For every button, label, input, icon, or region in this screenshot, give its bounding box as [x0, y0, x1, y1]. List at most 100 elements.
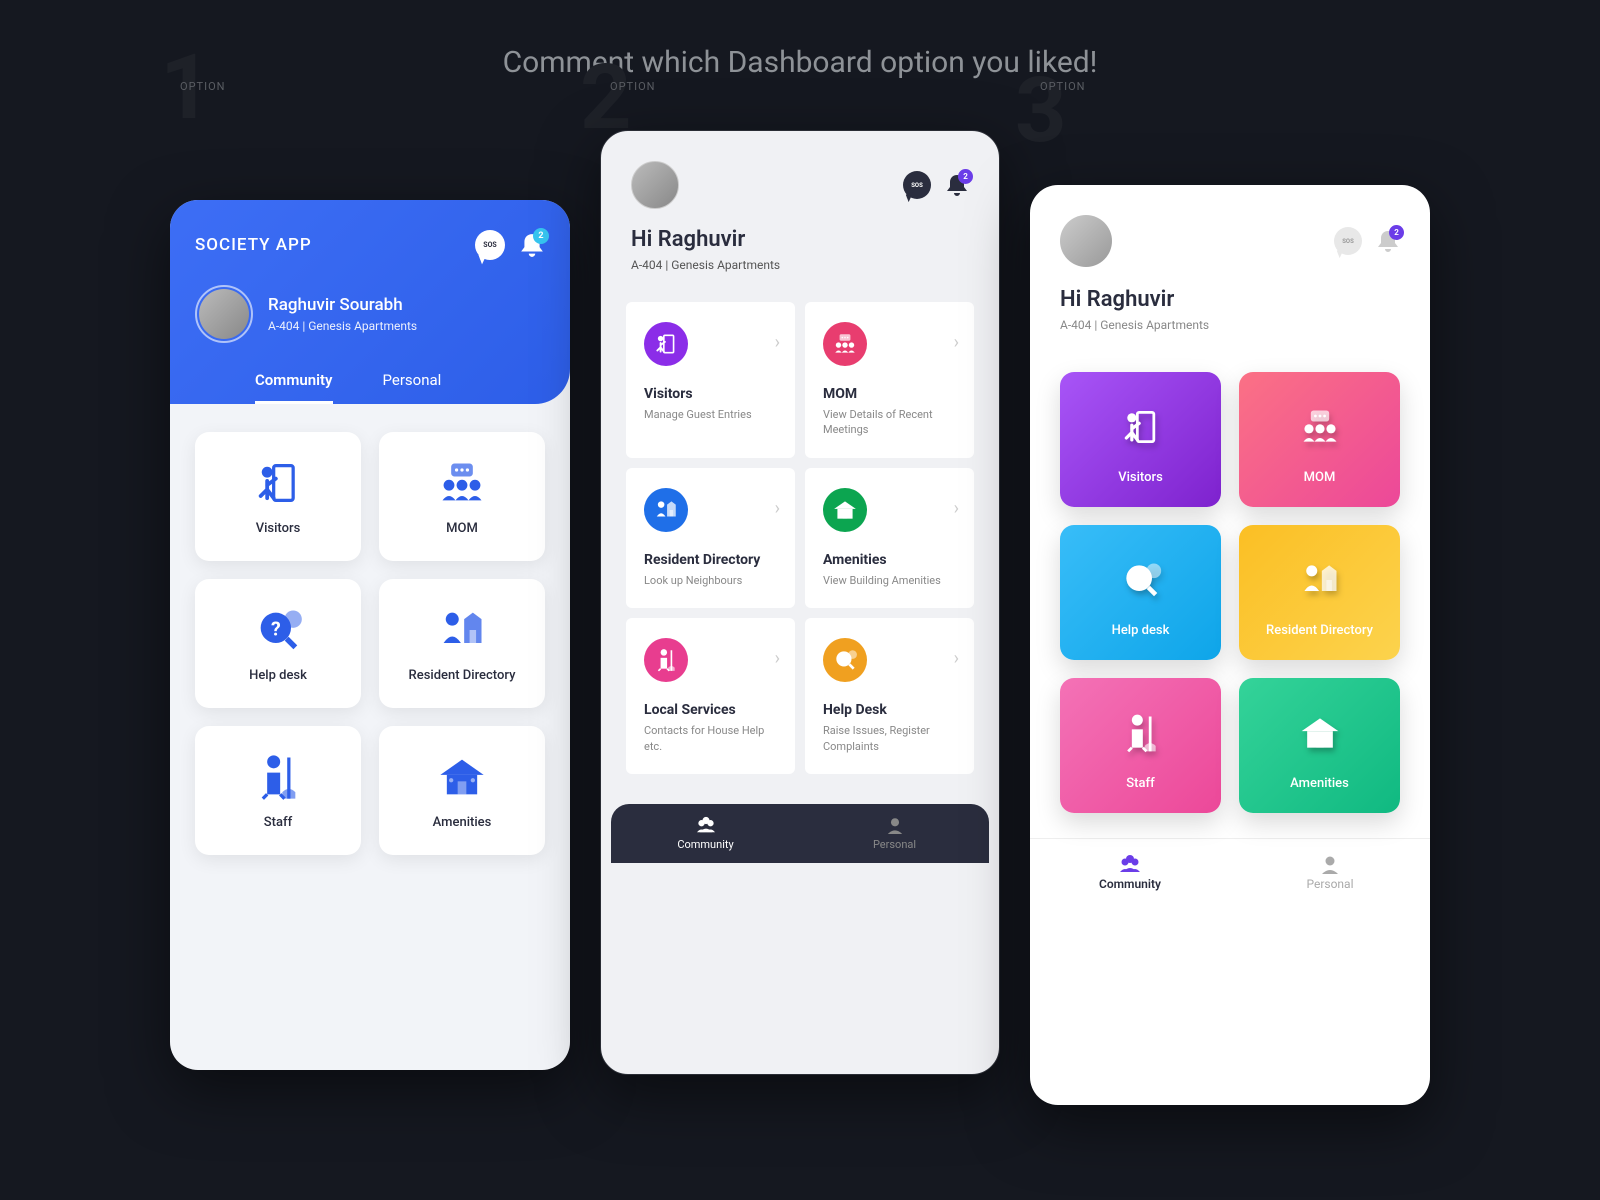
chevron-right-icon: › — [954, 498, 959, 519]
header: SOS 2 Hi Raghuvir A-404 | Genesis Apartm… — [601, 131, 999, 287]
option-number-3: 3 — [1015, 58, 1067, 163]
directory-icon — [644, 488, 688, 532]
card-staff[interactable]: Staff — [195, 726, 361, 855]
nav-personal[interactable]: Personal — [800, 816, 989, 851]
chevron-right-icon: › — [775, 332, 780, 353]
card-visitors[interactable]: Visitors — [1060, 372, 1221, 507]
page-title: Comment which Dashboard option you liked… — [0, 0, 1600, 80]
nav-label: Community — [1099, 877, 1161, 891]
card-visitors[interactable]: › Visitors Manage Guest Entries — [626, 302, 795, 458]
card-staff[interactable]: Staff — [1060, 678, 1221, 813]
notification-badge: 2 — [1389, 225, 1404, 240]
card-label: MOM — [446, 521, 478, 536]
help-icon — [1116, 555, 1166, 605]
card-title: Help Desk — [823, 702, 956, 718]
card-amenities[interactable]: Amenities — [379, 726, 545, 855]
help-icon — [823, 638, 867, 682]
card-title: Resident Directory — [644, 552, 777, 568]
card-title: Amenities — [823, 552, 956, 568]
notifications-button[interactable]: 2 — [519, 232, 545, 258]
user-name: Raghuvir Sourabh — [268, 295, 417, 315]
tab-personal[interactable]: Personal — [383, 371, 442, 404]
card-helpdesk[interactable]: Help desk — [195, 579, 361, 708]
card-subtitle: Look up Neighbours — [644, 573, 777, 588]
card-directory[interactable]: Resident Directory — [1239, 525, 1400, 660]
sos-button[interactable]: SOS — [475, 230, 505, 260]
amenities-icon — [1295, 708, 1345, 758]
visitors-icon — [1116, 402, 1166, 452]
tab-community[interactable]: Community — [255, 371, 333, 404]
card-visitors[interactable]: Visitors — [195, 432, 361, 561]
notification-badge: 2 — [533, 228, 549, 244]
visitors-icon — [252, 457, 304, 509]
card-amenities[interactable]: Amenities — [1239, 678, 1400, 813]
card-label: Staff — [264, 815, 292, 830]
phone-option-2: SOS 2 Hi Raghuvir A-404 | Genesis Apartm… — [600, 130, 1000, 1075]
user-address: A-404 | Genesis Apartments — [1060, 318, 1400, 332]
nav-community[interactable]: Community — [1030, 854, 1230, 891]
option-2-wrap: 2 OPTION SOS 2 Hi Raghuvir A-404 | Genes… — [600, 130, 1000, 1075]
card-title: Visitors — [644, 386, 777, 402]
avatar-icon[interactable] — [631, 161, 679, 209]
card-helpdesk[interactable]: Help desk — [1060, 525, 1221, 660]
amenities-icon — [436, 751, 488, 803]
card-directory[interactable]: Resident Directory — [379, 579, 545, 708]
sos-icon: SOS — [483, 241, 496, 249]
directory-icon — [436, 604, 488, 656]
nav-label: Personal — [873, 838, 916, 851]
notifications-button[interactable]: 2 — [945, 173, 969, 197]
nav-label: Community — [677, 838, 733, 851]
sos-icon: SOS — [1342, 238, 1354, 245]
notifications-button[interactable]: 2 — [1376, 229, 1400, 253]
nav-community[interactable]: Community — [611, 816, 800, 851]
community-icon — [1118, 854, 1142, 874]
notification-badge: 2 — [958, 169, 973, 184]
chevron-right-icon: › — [954, 648, 959, 669]
card-mom[interactable]: MOM — [379, 432, 545, 561]
card-amenities[interactable]: ›AmenitiesView Building Amenities — [805, 468, 974, 608]
phone-option-1: SOCIETY APP SOS 2 Raghuvir Sourabh A-404… — [170, 200, 570, 1070]
community-icon — [695, 816, 717, 834]
sos-button[interactable]: SOS — [903, 171, 931, 199]
visitors-icon — [644, 322, 688, 366]
user-profile[interactable]: Raghuvir Sourabh A-404 | Genesis Apartme… — [195, 285, 545, 343]
greeting: Hi Raghuvir — [1060, 287, 1400, 312]
chevron-right-icon: › — [775, 648, 780, 669]
avatar-ring — [195, 285, 253, 343]
chevron-right-icon: › — [954, 332, 959, 353]
header: SOS 2 Hi Raghuvir A-404 | Genesis Apartm… — [1030, 185, 1430, 347]
phone-option-3: SOS 2 Hi Raghuvir A-404 | Genesis Apartm… — [1030, 185, 1430, 1105]
help-icon — [252, 604, 304, 656]
option-1-wrap: 1 OPTION SOCIETY APP SOS 2 Raghuvir Sour… — [170, 130, 570, 1070]
card-title: MOM — [823, 386, 956, 402]
bottom-nav: Community Personal — [611, 804, 989, 863]
card-mom[interactable]: ›MOMView Details of Recent Meetings — [805, 302, 974, 458]
card-services[interactable]: ›Local ServicesContacts for House Help e… — [626, 618, 795, 774]
card-label: Visitors — [256, 521, 301, 536]
mom-icon — [1295, 402, 1345, 452]
card-label: Amenities — [1290, 776, 1349, 791]
user-address: A-404 | Genesis Apartments — [268, 319, 417, 333]
card-mom[interactable]: MOM — [1239, 372, 1400, 507]
option-3-wrap: 3 OPTION SOS 2 Hi Raghuvir A-404 | Genes… — [1030, 130, 1430, 1105]
staff-icon — [1116, 708, 1166, 758]
mom-icon — [436, 457, 488, 509]
card-label: Resident Directory — [409, 668, 516, 683]
option-label-2: OPTION — [610, 80, 655, 93]
card-helpdesk[interactable]: ›Help DeskRaise Issues, Register Complai… — [805, 618, 974, 774]
avatar-icon — [199, 289, 249, 339]
sos-button[interactable]: SOS — [1334, 227, 1362, 255]
card-label: Resident Directory — [1266, 623, 1373, 638]
sos-icon: SOS — [911, 182, 923, 189]
card-label: Visitors — [1118, 470, 1163, 485]
option-label-3: OPTION — [1040, 80, 1085, 93]
staff-icon — [644, 638, 688, 682]
card-directory[interactable]: › Resident Directory Look up Neighbours — [626, 468, 795, 608]
card-label: MOM — [1304, 470, 1336, 485]
card-subtitle: Manage Guest Entries — [644, 407, 777, 422]
avatar-icon[interactable] — [1060, 215, 1112, 267]
nav-personal[interactable]: Personal — [1230, 854, 1430, 891]
chevron-right-icon: › — [775, 498, 780, 519]
card-subtitle: Contacts for House Help etc. — [644, 723, 777, 754]
card-label: Amenities — [433, 815, 492, 830]
